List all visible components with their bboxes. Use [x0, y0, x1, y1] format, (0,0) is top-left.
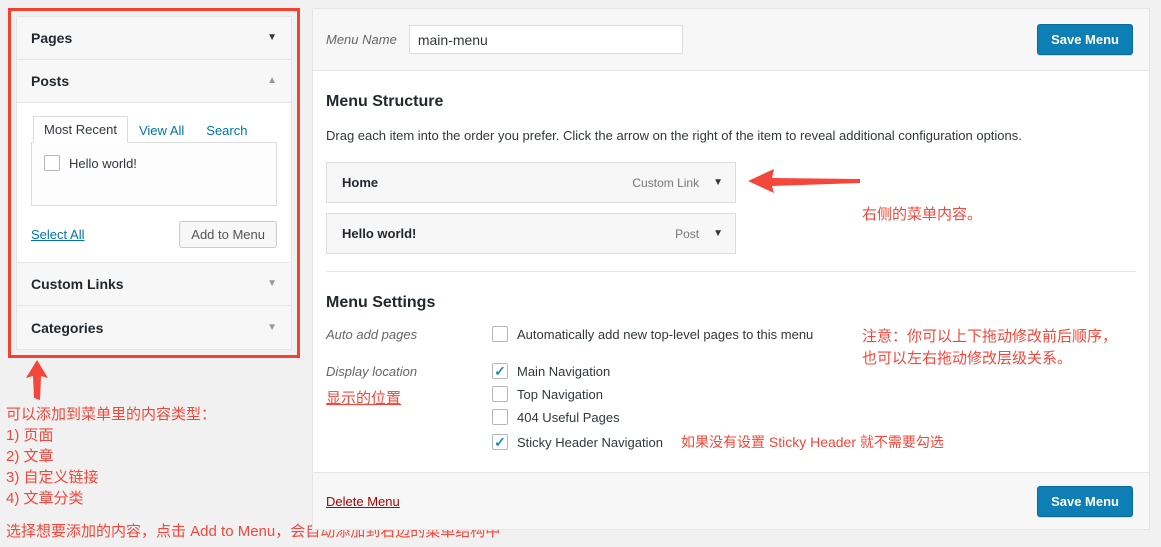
select-all-link[interactable]: Select All	[31, 227, 84, 242]
menu-item-title: Hello world!	[342, 226, 417, 241]
chevron-down-icon[interactable]: ▼	[713, 228, 723, 239]
sidebar-panel-pages-label: Pages	[31, 30, 73, 46]
annotation-sticky-header: 如果没有设置 Sticky Header 就不需要勾选	[680, 434, 944, 450]
sidebar-panel-custom-links[interactable]: Custom Links ▼	[17, 263, 291, 306]
checkbox-top-navigation[interactable]	[492, 386, 508, 402]
location-option-label: Sticky Header Navigation	[517, 434, 663, 450]
add-to-menu-button[interactable]: Add to Menu	[179, 221, 277, 248]
checkbox-main-navigation[interactable]	[492, 363, 508, 379]
menu-name-bar: Menu Name Save Menu	[313, 9, 1149, 71]
add-menu-items-panel: Pages ▼ Posts ▲ Most Recent View All Sea…	[8, 8, 300, 358]
annotation-right-line2: 注意：你可以上下拖动修改前后顺序， 也可以左右拖动修改层级关系。	[862, 328, 1118, 367]
annotation-left-text: 可以添加到菜单里的内容类型： 1) 页面 2) 文章 3) 自定义链接 4) 文…	[6, 406, 217, 507]
sidebar-panel-pages[interactable]: Pages ▼	[17, 17, 291, 60]
auto-add-pages-option-label: Automatically add new top-level pages to…	[517, 326, 814, 342]
annotation-right-text: 右侧的菜单内容。 注意：你可以上下拖动修改前后顺序， 也可以左右拖动修改层级关系…	[862, 160, 1117, 392]
location-option-label: Main Navigation	[517, 363, 611, 379]
menu-name-label: Menu Name	[326, 32, 397, 47]
save-menu-button-bottom[interactable]: Save Menu	[1037, 485, 1133, 517]
annotation-arrow-up-icon	[26, 360, 48, 400]
display-location-label-text: Display location	[326, 364, 418, 379]
menu-structure-title: Menu Structure	[326, 93, 444, 110]
posts-tab-panel: Hello world!	[31, 143, 277, 206]
checkbox-404-useful-pages[interactable]	[492, 409, 508, 425]
location-option-sticky-header-navigation[interactable]: Sticky Header Navigation 如果没有设置 Sticky H…	[492, 432, 1136, 452]
location-option-label: Top Navigation	[517, 386, 603, 402]
sidebar-panel-posts[interactable]: Posts ▲	[17, 60, 291, 103]
list-item-label: Hello world!	[69, 155, 137, 171]
accordion: Pages ▼ Posts ▲ Most Recent View All Sea…	[16, 16, 292, 350]
save-menu-button-top[interactable]: Save Menu	[1037, 24, 1133, 55]
chevron-down-icon: ▼	[267, 321, 277, 333]
posts-panel-body: Most Recent View All Search Hello world!…	[17, 103, 291, 263]
list-item[interactable]: Hello world!	[44, 155, 264, 171]
posts-tabs: Most Recent View All Search	[31, 115, 277, 143]
location-option-404-useful-pages[interactable]: 404 Useful Pages	[492, 409, 1136, 425]
location-option-label: 404 Useful Pages	[517, 409, 620, 425]
tab-view-all[interactable]: View All	[128, 117, 195, 143]
tab-most-recent[interactable]: Most Recent	[33, 116, 128, 143]
annotation-arrow-left-icon	[748, 169, 860, 193]
menu-item-type: Post	[675, 226, 700, 241]
chevron-up-icon: ▲	[267, 75, 277, 86]
annotation-right-line1: 右侧的菜单内容。	[862, 206, 983, 223]
menu-item-type: Custom Link	[632, 175, 700, 190]
menu-item-title: Home	[342, 175, 379, 190]
menu-item-row[interactable]: Home Custom Link ▼	[326, 162, 736, 203]
auto-add-pages-label: Auto add pages	[326, 327, 418, 342]
checkbox-sticky-header-navigation[interactable]	[492, 434, 508, 450]
chevron-down-icon: ▼	[267, 32, 277, 43]
tab-search[interactable]: Search	[195, 117, 258, 143]
menu-item-row[interactable]: Hello world! Post ▼	[326, 213, 736, 254]
chevron-down-icon: ▼	[267, 278, 277, 289]
checkbox-auto-add-pages[interactable]	[492, 326, 508, 342]
menu-editor-footer: Delete Menu Save Menu	[313, 472, 1149, 529]
checkbox-hello-world[interactable]	[44, 155, 60, 171]
sidebar-panel-categories-label: Categories	[31, 319, 104, 336]
annotation-display-location: 显示的位置	[326, 390, 402, 407]
delete-menu-link[interactable]: Delete Menu	[326, 494, 400, 509]
menu-structure-description: Drag each item into the order you prefer…	[326, 128, 1022, 143]
sidebar-panel-categories[interactable]: Categories ▼	[17, 306, 291, 349]
sidebar-panel-custom-links-label: Custom Links	[31, 276, 124, 292]
chevron-down-icon[interactable]: ▼	[713, 177, 723, 188]
sidebar-panel-posts-label: Posts	[31, 73, 70, 89]
display-location-label: Display location 显示的位置	[326, 363, 492, 408]
posts-panel-actions: Select All Add to Menu	[31, 221, 277, 248]
menu-name-input[interactable]	[408, 25, 683, 54]
